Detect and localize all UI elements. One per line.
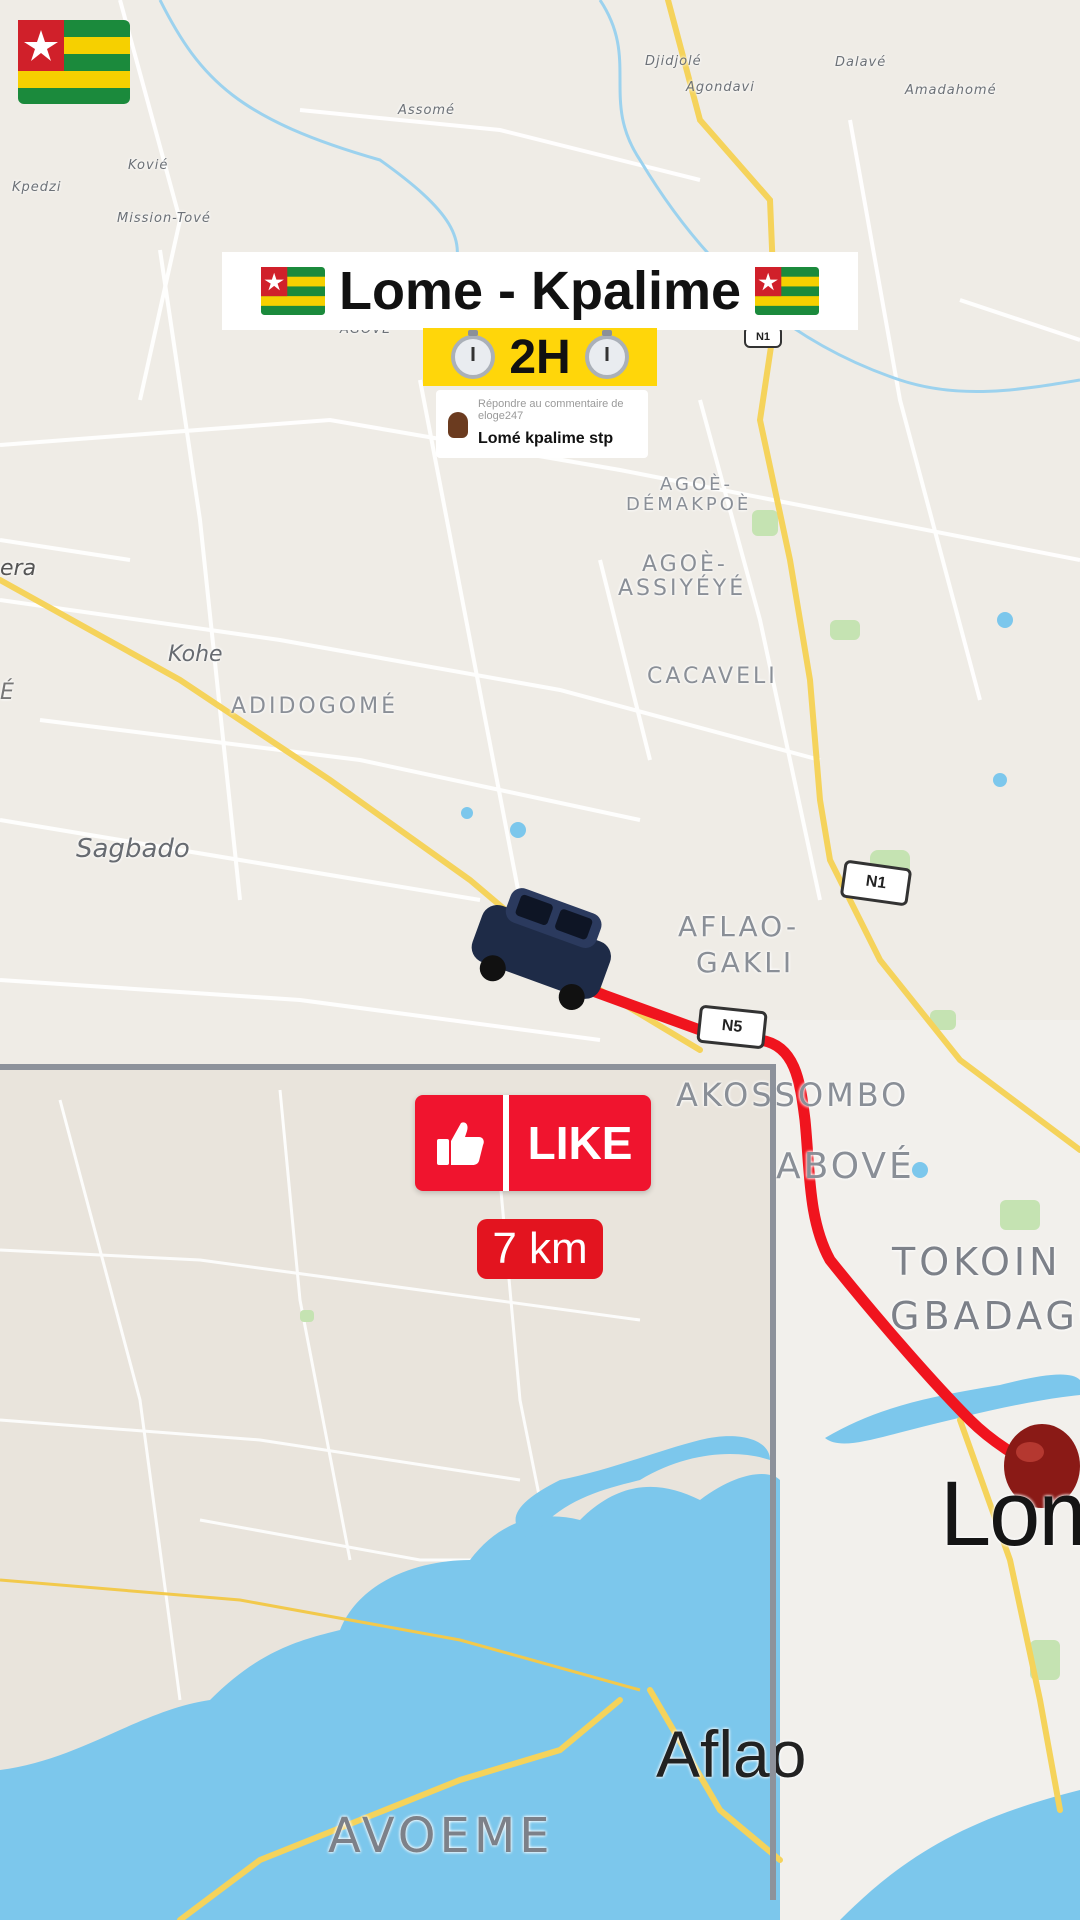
label-agoe-demakpoe-1: AGOÈ-	[660, 474, 733, 495]
label-kohe: Kohe	[168, 642, 223, 667]
comment-text: Lomé kpalime stp	[478, 430, 614, 447]
label-amadahome: Amadahomé	[905, 83, 997, 98]
label-dalave: Dalavé	[835, 55, 887, 70]
reply-to-text: Répondre au commentaire de eloge247	[478, 398, 624, 422]
label-kovie: Kovié	[128, 158, 169, 173]
label-assome: Assomé	[398, 103, 456, 118]
label-e: É	[0, 680, 14, 705]
label-above: ABOVÉ	[776, 1146, 915, 1187]
label-aflao-gakli-2: GAKLI	[696, 946, 795, 979]
label-kpedzi: Kpedzi	[12, 180, 62, 195]
togo-flag-icon	[18, 20, 130, 104]
label-mission-tove: Mission-Tové	[117, 211, 211, 226]
label-agondavi: Agondavi	[686, 80, 755, 95]
label-tokoin-1: TOKOIN	[892, 1240, 1062, 1284]
road-shield-n5: N5	[696, 1004, 768, 1050]
label-tokoin-2: GBADAGO	[890, 1294, 1080, 1338]
stopwatch-icon	[451, 335, 496, 379]
like-label: LIKE	[503, 1095, 651, 1191]
stopwatch-icon	[584, 335, 629, 379]
thumbs-up-icon	[415, 1095, 503, 1191]
label-agoe-demakpoe-2: DÉMAKPOÈ	[626, 494, 752, 515]
label-era: era	[0, 556, 37, 581]
label-agoe-assiyeye-1: AGOÈ-	[642, 552, 728, 577]
label-agoe-assiyeye-2: ASSIYÉYÉ	[618, 576, 747, 601]
togo-flag-icon	[755, 267, 820, 315]
togo-flag-icon	[260, 267, 325, 315]
avatar	[448, 412, 468, 438]
route-title: Lome - Kpalime	[338, 261, 742, 321]
route-title-banner: Lome - Kpalime	[222, 252, 858, 330]
label-lome: Lom	[940, 1463, 1080, 1565]
like-button[interactable]: LIKE	[415, 1095, 651, 1191]
label-djidjole: Djidjolé	[645, 54, 702, 69]
distance-badge: 7 km	[477, 1219, 603, 1279]
duration-text: 2H	[509, 330, 571, 384]
label-cacaveli: CACAVELI	[647, 664, 778, 689]
duration-badge: 2H	[423, 328, 657, 386]
label-adidogome: ADIDOGOMÉ	[231, 694, 398, 719]
label-sagbado: Sagbado	[76, 834, 190, 864]
inset-map-frame	[0, 1064, 776, 1900]
label-aflao-gakli-1: AFLAO-	[678, 910, 800, 943]
reply-comment-bubble[interactable]: Répondre au commentaire de eloge247 Lomé…	[436, 390, 648, 458]
